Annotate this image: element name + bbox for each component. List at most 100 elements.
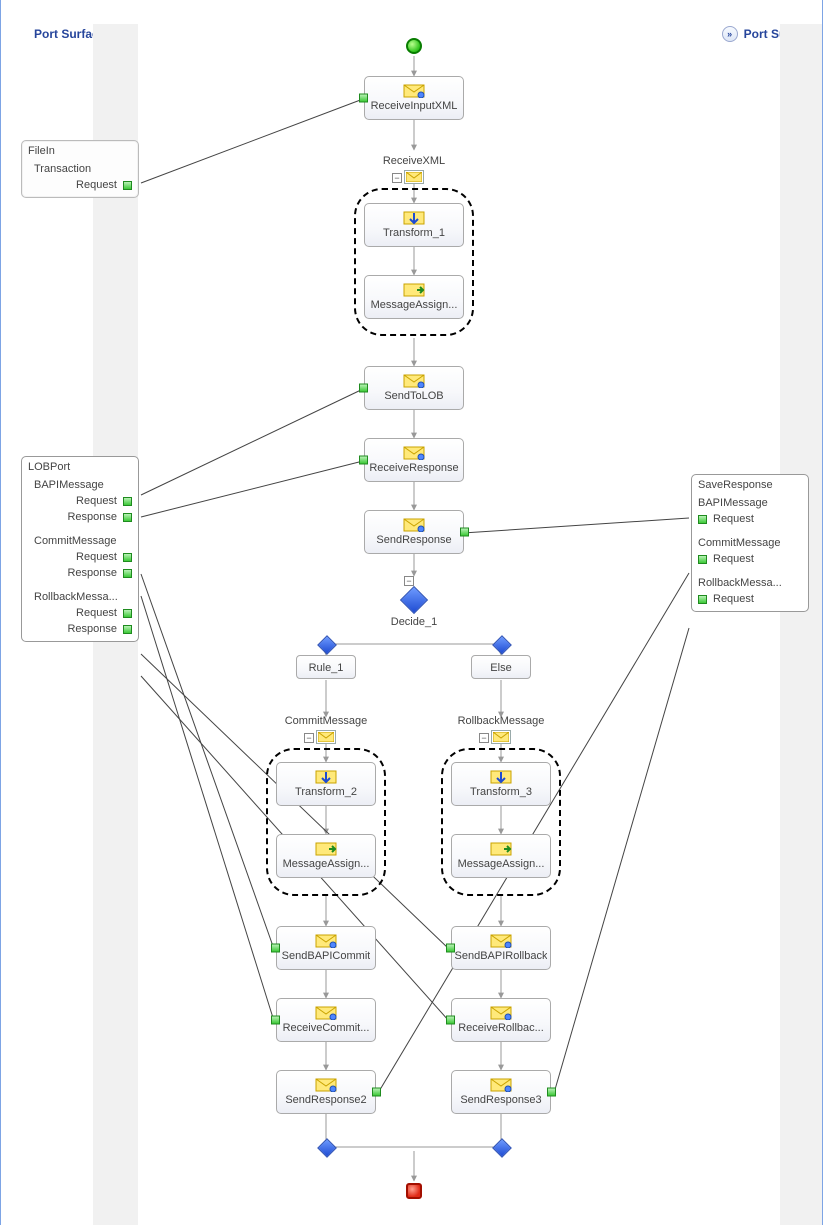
decide-diamond-icon	[400, 586, 428, 614]
shape-label: MessageAssign...	[283, 858, 370, 870]
shape-anchor-icon	[446, 1016, 455, 1025]
port-save-rollback-label: RollbackMessa...	[698, 577, 802, 589]
port-anchor-icon	[698, 555, 707, 564]
shape-anchor-icon	[271, 944, 280, 953]
shape-label: ReceiveInputXML	[371, 100, 458, 112]
assign-icon	[490, 842, 512, 856]
port-lobport-rollback-response[interactable]: Response	[28, 623, 132, 635]
construct-message-icon	[491, 730, 511, 744]
port-lobport-rollback-request[interactable]: Request	[28, 607, 132, 619]
shape-label: Else	[490, 662, 511, 674]
shape-label: ReceiveCommit...	[283, 1022, 370, 1034]
send-icon	[403, 518, 425, 532]
receive-icon	[403, 84, 425, 98]
port-lobport-bapi-label: BAPIMessage	[34, 479, 132, 491]
port-lobport-commit-response[interactable]: Response	[28, 567, 132, 579]
port-anchor-icon	[123, 625, 132, 634]
send-icon	[315, 934, 337, 948]
port-saveresponse[interactable]: SaveResponse BAPIMessage Request CommitM…	[691, 474, 809, 612]
shape-send-bapi-commit[interactable]: SendBAPICommit	[276, 926, 376, 970]
shape-receive-rollback[interactable]: ReceiveRollbac...	[451, 998, 551, 1042]
stop-icon	[406, 1183, 422, 1199]
shape-label: Rule_1	[309, 662, 344, 674]
shape-else[interactable]: Else	[471, 655, 531, 679]
shape-receive-input-xml[interactable]: ReceiveInputXML	[364, 76, 464, 120]
scope-toggle-icon[interactable]: −	[392, 173, 402, 183]
send-icon	[403, 374, 425, 388]
port-anchor-icon	[123, 609, 132, 618]
port-filein[interactable]: FileIn Transaction Request	[21, 140, 139, 198]
decide-toggle-icon[interactable]: −	[404, 576, 414, 586]
shape-label: Transform_3	[470, 786, 532, 798]
port-save-bapi-request[interactable]: Request	[698, 513, 802, 525]
send-icon	[315, 1078, 337, 1092]
shape-message-assign-3[interactable]: MessageAssign...	[451, 834, 551, 878]
port-lobport-bapi-response[interactable]: Response	[28, 511, 132, 523]
shape-label: Transform_1	[383, 227, 445, 239]
shape-label: MessageAssign...	[458, 858, 545, 870]
orchestration-designer-canvas[interactable]: Port Surface « » Port Surface	[0, 0, 823, 1225]
shape-anchor-icon	[359, 456, 368, 465]
shape-label: Transform_2	[295, 786, 357, 798]
shape-anchor-icon	[359, 384, 368, 393]
merge-right-diamond-icon	[492, 1138, 512, 1158]
receive-icon	[403, 446, 425, 460]
shape-send-to-lob[interactable]: SendToLOB	[364, 366, 464, 410]
branch-left-diamond-icon	[317, 635, 337, 655]
start-icon	[406, 38, 422, 54]
scope-title: RollbackMessage	[458, 715, 545, 727]
merge-left-diamond-icon	[317, 1138, 337, 1158]
construct-message-icon	[316, 730, 336, 744]
port-filein-name: FileIn	[28, 145, 132, 157]
shape-anchor-icon	[547, 1088, 556, 1097]
shape-label: SendToLOB	[384, 390, 443, 402]
port-lobport-commit-label: CommitMessage	[34, 535, 132, 547]
shape-anchor-icon	[372, 1088, 381, 1097]
shape-send-response[interactable]: SendResponse	[364, 510, 464, 554]
port-anchor-icon	[123, 569, 132, 578]
shape-label: ReceiveRollbac...	[458, 1022, 544, 1034]
shape-transform-3[interactable]: Transform_3	[451, 762, 551, 806]
send-icon	[490, 934, 512, 948]
port-save-name: SaveResponse	[698, 479, 802, 491]
port-filein-request-label: Request	[76, 179, 117, 191]
port-save-commit-label: CommitMessage	[698, 537, 802, 549]
port-anchor-icon	[123, 513, 132, 522]
shape-anchor-icon	[359, 94, 368, 103]
shape-label: ReceiveResponse	[369, 462, 458, 474]
shape-send-response-3[interactable]: SendResponse3	[451, 1070, 551, 1114]
scope-toggle-icon[interactable]: −	[479, 733, 489, 743]
shape-receive-response[interactable]: ReceiveResponse	[364, 438, 464, 482]
port-lobport-commit-request[interactable]: Request	[28, 551, 132, 563]
port-anchor-icon	[123, 553, 132, 562]
port-lobport-name: LOBPort	[28, 461, 132, 473]
port-lobport[interactable]: LOBPort BAPIMessage Request Response Com…	[21, 456, 139, 642]
shape-send-response-2[interactable]: SendResponse2	[276, 1070, 376, 1114]
port-save-rollback-request[interactable]: Request	[698, 593, 802, 605]
port-filein-request[interactable]: Request	[28, 179, 132, 191]
port-anchor-icon	[698, 515, 707, 524]
transform-icon	[403, 211, 425, 225]
shape-anchor-icon	[460, 528, 469, 537]
port-save-commit-request[interactable]: Request	[698, 553, 802, 565]
shape-transform-1[interactable]: Transform_1	[364, 203, 464, 247]
shape-label: MessageAssign...	[371, 299, 458, 311]
shape-message-assign-1[interactable]: MessageAssign...	[364, 275, 464, 319]
shape-send-bapi-rollback[interactable]: SendBAPIRollback	[451, 926, 551, 970]
collapse-right-icon[interactable]: »	[722, 26, 738, 42]
scope-title: ReceiveXML	[383, 155, 445, 167]
shape-message-assign-2[interactable]: MessageAssign...	[276, 834, 376, 878]
shape-rule-1[interactable]: Rule_1	[296, 655, 356, 679]
transform-icon	[315, 770, 337, 784]
send-icon	[490, 1078, 512, 1092]
shape-transform-2[interactable]: Transform_2	[276, 762, 376, 806]
scope-title: CommitMessage	[285, 715, 368, 727]
port-lobport-bapi-request[interactable]: Request	[28, 495, 132, 507]
assign-icon	[315, 842, 337, 856]
receive-icon	[315, 1006, 337, 1020]
scope-toggle-icon[interactable]: −	[304, 733, 314, 743]
shape-receive-commit[interactable]: ReceiveCommit...	[276, 998, 376, 1042]
right-port-surface-strip	[780, 24, 822, 1225]
assign-icon	[403, 283, 425, 297]
shape-label: SendBAPICommit	[282, 950, 371, 962]
